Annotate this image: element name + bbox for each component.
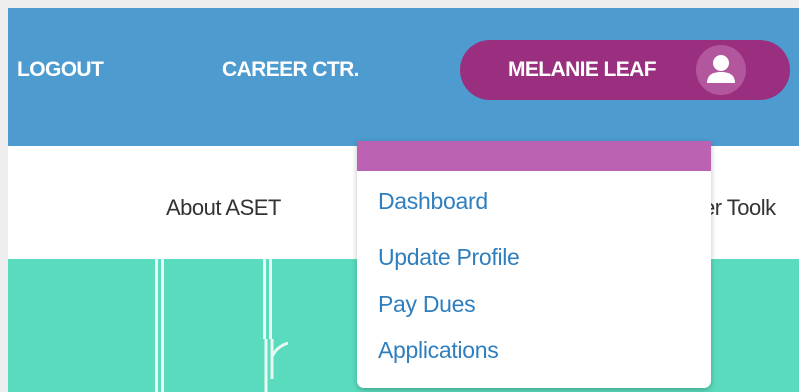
menu-item-update-profile[interactable]: Update Profile bbox=[378, 244, 520, 271]
nav-item-member-toolkit[interactable]: er Toolk bbox=[703, 195, 776, 221]
dropdown-accent-bar bbox=[357, 141, 711, 171]
user-menu-button[interactable]: MELANIE LEAF bbox=[460, 40, 790, 100]
user-name: MELANIE LEAF bbox=[508, 58, 657, 81]
page-frame: LOGOUT CAREER CTR. MELANIE LEAF About AS… bbox=[8, 8, 799, 392]
top-bar: LOGOUT CAREER CTR. MELANIE LEAF bbox=[8, 8, 799, 146]
user-dropdown-menu: Dashboard Update Profile Pay Dues Applic… bbox=[357, 141, 711, 388]
nav-item-about-aset[interactable]: About ASET bbox=[166, 195, 281, 221]
user-silhouette-icon bbox=[696, 45, 746, 95]
menu-item-applications[interactable]: Applications bbox=[378, 337, 499, 364]
career-center-link[interactable]: CAREER CTR. bbox=[222, 58, 360, 82]
menu-item-dashboard[interactable]: Dashboard bbox=[378, 188, 488, 215]
logout-link[interactable]: LOGOUT bbox=[17, 58, 104, 82]
menu-item-pay-dues[interactable]: Pay Dues bbox=[378, 291, 476, 318]
